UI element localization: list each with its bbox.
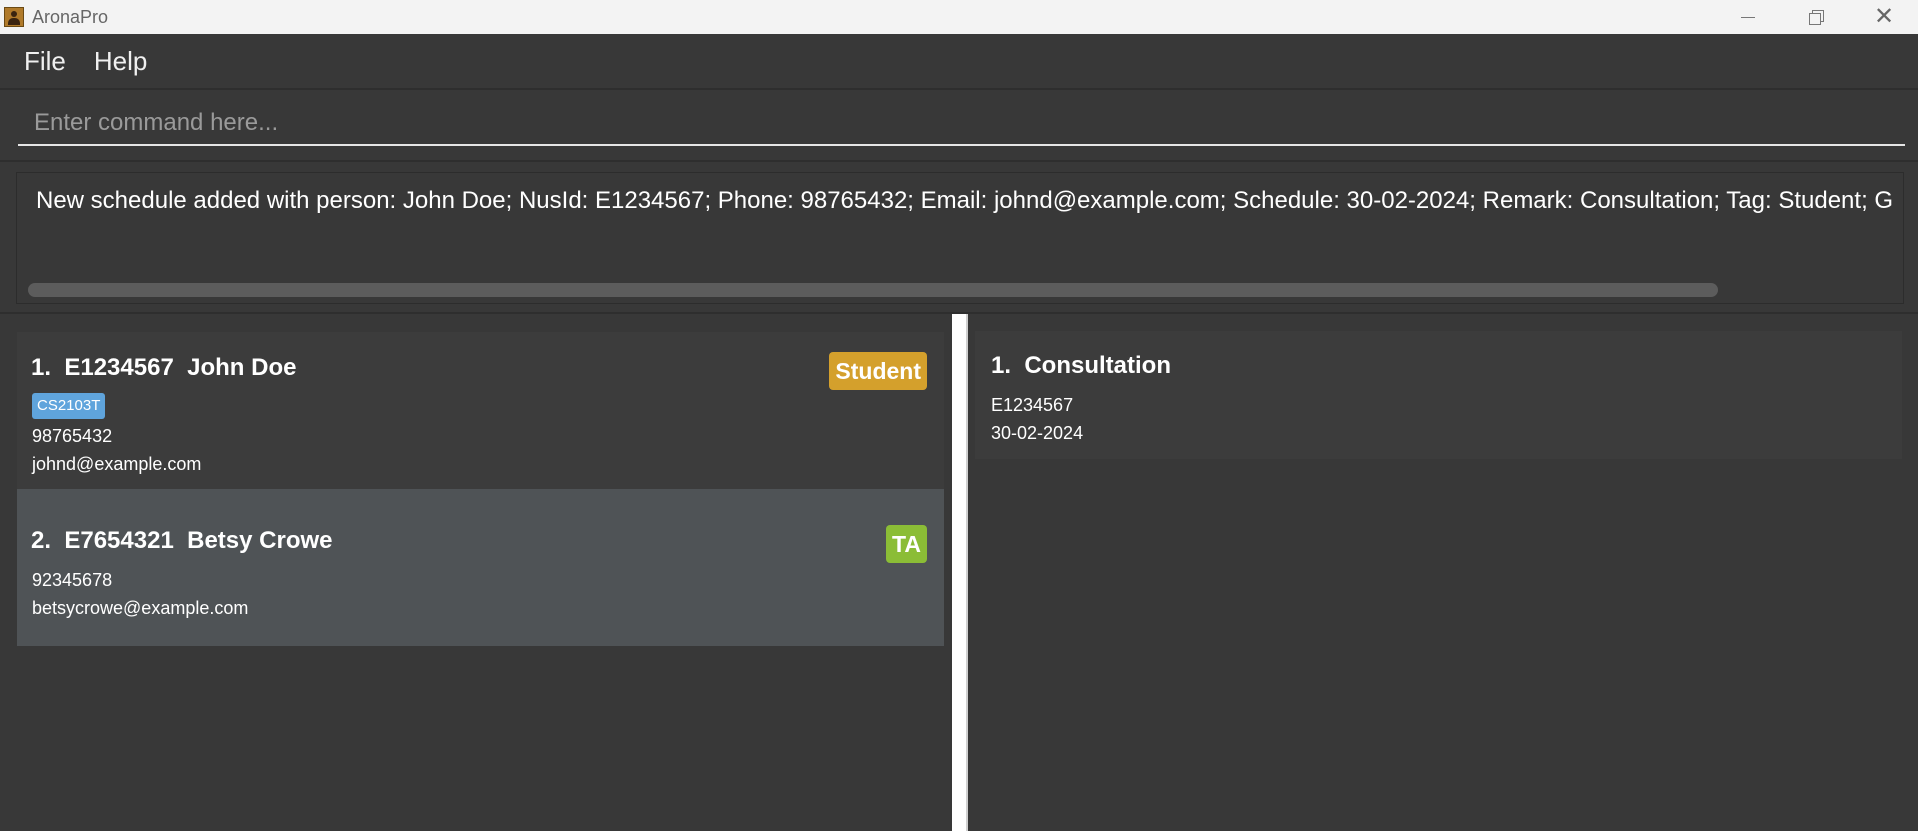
menu-help[interactable]: Help xyxy=(94,46,147,77)
close-icon: ✕ xyxy=(1873,3,1895,30)
command-box xyxy=(0,90,1918,162)
person-card-selected[interactable]: 2. E7654321 Betsy Crowe TA 92345678 bets… xyxy=(17,489,944,646)
result-horizontal-scrollbar[interactable] xyxy=(28,283,1718,297)
person-phone: 92345678 xyxy=(32,570,113,590)
split-pane-divider[interactable] xyxy=(952,314,968,831)
minimize-icon xyxy=(1741,16,1755,18)
person-email: betsycrowe@example.com xyxy=(32,598,249,618)
schedule-card[interactable]: 1. Consultation E1234567 30-02-2024 xyxy=(975,331,1902,459)
result-display: New schedule added with person: John Doe… xyxy=(16,172,1904,304)
window-titlebar: AronaPro ✕ xyxy=(0,0,1918,34)
role-badge: TA xyxy=(886,525,927,563)
person-card-title: 1. E1234567 John Doe xyxy=(31,354,297,381)
schedule-card-title: 1. Consultation xyxy=(991,352,1171,379)
person-list-panel: 1. E1234567 John Doe Student CS2103T 987… xyxy=(0,314,952,831)
command-input[interactable] xyxy=(18,102,1905,146)
schedule-nusid: E1234567 xyxy=(991,395,1074,415)
person-phone: 98765432 xyxy=(32,426,113,446)
person-card-title: 2. E7654321 Betsy Crowe xyxy=(31,527,333,554)
menu-bar: File Help xyxy=(0,34,1918,90)
person-email: johnd@example.com xyxy=(32,454,202,474)
restore-icon xyxy=(1809,10,1824,25)
menu-file[interactable]: File xyxy=(24,46,66,77)
restore-button[interactable] xyxy=(1782,0,1850,34)
window-controls: ✕ xyxy=(1714,0,1918,34)
schedule-list-panel: 1. Consultation E1234567 30-02-2024 xyxy=(968,314,1918,831)
result-message: New schedule added with person: John Doe… xyxy=(36,187,1894,214)
window-title: AronaPro xyxy=(32,6,109,27)
course-tag: CS2103T xyxy=(32,393,106,419)
app-logo-icon xyxy=(4,7,24,27)
minimize-button[interactable] xyxy=(1714,0,1782,34)
role-badge: Student xyxy=(829,352,927,390)
close-button[interactable]: ✕ xyxy=(1850,0,1918,34)
schedule-date: 30-02-2024 xyxy=(991,423,1084,443)
person-card[interactable]: 1. E1234567 John Doe Student CS2103T 987… xyxy=(17,332,944,489)
